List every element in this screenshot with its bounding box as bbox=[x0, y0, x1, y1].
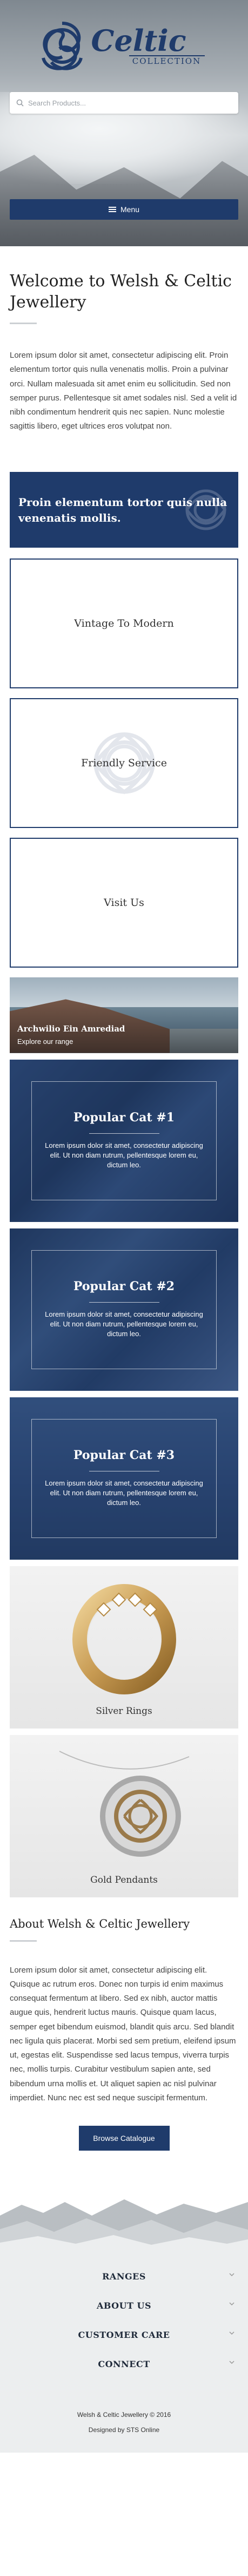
about-section: About Welsh & Celtic Jewellery Lorem ips… bbox=[0, 1904, 248, 2151]
promo-banner: Proin elementum tortor quis nulla venena… bbox=[10, 471, 238, 548]
category-title: Popular Cat #1 bbox=[73, 1110, 175, 1125]
product-label: Silver Rings bbox=[96, 1705, 152, 1717]
chevron-down-icon bbox=[229, 2361, 234, 2364]
designer-credit-link[interactable]: Designed by STS Online bbox=[10, 2426, 238, 2434]
feature-box-service[interactable]: Friendly Service bbox=[10, 698, 238, 828]
about-title: About Welsh & Celtic Jewellery bbox=[10, 1917, 190, 1930]
feature-boxes: Vintage To Modern Friendly Service Visit… bbox=[0, 548, 248, 968]
search-bar[interactable] bbox=[10, 92, 238, 114]
product-label: Gold Pendants bbox=[90, 1874, 158, 1885]
search-icon bbox=[16, 99, 24, 107]
footer-nav-label: CUSTOMER CARE bbox=[78, 2329, 170, 2340]
footer-nav-about[interactable]: ABOUT US bbox=[10, 2291, 238, 2320]
celtic-knot-icon bbox=[41, 22, 83, 70]
feature-box-vintage[interactable]: Vintage To Modern bbox=[10, 558, 238, 688]
ring-image bbox=[72, 1583, 176, 1694]
search-input[interactable] bbox=[28, 98, 232, 107]
banner-title: Archwilio Ein Amrediad bbox=[17, 1023, 125, 1034]
feature-box-label: Friendly Service bbox=[81, 757, 167, 769]
feature-box-label: Vintage To Modern bbox=[74, 617, 174, 629]
hero-header: Celtic COLLECTION Menu bbox=[0, 0, 248, 246]
chevron-down-icon bbox=[229, 2331, 234, 2335]
category-tile[interactable]: Popular Cat #2 Lorem ipsum dolor sit ame… bbox=[10, 1228, 238, 1391]
explore-range-banner[interactable]: Archwilio Ein Amrediad Explore our range bbox=[10, 977, 238, 1053]
chevron-down-icon bbox=[229, 2273, 234, 2277]
footer-nav-label: CONNECT bbox=[98, 2358, 150, 2369]
product-tile-pendants[interactable]: Gold Pendants bbox=[10, 1734, 238, 1897]
title-divider bbox=[10, 323, 37, 324]
mountains-icon bbox=[0, 2199, 248, 2262]
category-title: Popular Cat #3 bbox=[73, 1448, 175, 1462]
chevron-down-icon bbox=[229, 2302, 234, 2306]
copyright-text: Welsh & Celtic Jewellery © 2016 bbox=[77, 2411, 171, 2419]
site-logo[interactable]: Celtic COLLECTION bbox=[35, 16, 213, 76]
welcome-title: Welcome to Welsh & Celtic Jewellery bbox=[10, 272, 232, 312]
menu-label: Menu bbox=[120, 205, 140, 214]
logo-wordmark: Celtic bbox=[91, 23, 186, 58]
feature-box-label: Visit Us bbox=[104, 896, 144, 909]
category-text: Lorem ipsum dolor sit amet, consectetur … bbox=[45, 1478, 203, 1507]
pendant-image bbox=[59, 1750, 189, 1857]
logo-subtitle: COLLECTION bbox=[129, 55, 205, 66]
title-divider bbox=[10, 1940, 37, 1942]
footer-nav-ranges[interactable]: RANGES bbox=[10, 2262, 238, 2291]
browse-catalogue-button[interactable]: Browse Catalogue bbox=[78, 2126, 170, 2151]
site-footer: RANGES ABOUT US CUSTOMER CARE CONNECT We… bbox=[0, 2262, 248, 2453]
banner-subtitle: Explore our range bbox=[17, 1037, 73, 1046]
footer-nav-customer-care[interactable]: CUSTOMER CARE bbox=[10, 2320, 238, 2349]
welcome-section: Welcome to Welsh & Celtic Jewellery Lore… bbox=[0, 246, 248, 445]
category-text: Lorem ipsum dolor sit amet, consectetur … bbox=[45, 1141, 203, 1169]
about-body: Lorem ipsum dolor sit amet, consectetur … bbox=[10, 1965, 236, 2102]
category-divider bbox=[89, 1133, 159, 1134]
category-title: Popular Cat #2 bbox=[73, 1279, 175, 1293]
category-tile[interactable]: Popular Cat #3 Lorem ipsum dolor sit ame… bbox=[10, 1397, 238, 1560]
footer-mountains-decoration bbox=[0, 2183, 248, 2262]
category-divider bbox=[89, 1302, 159, 1303]
category-text: Lorem ipsum dolor sit amet, consectetur … bbox=[45, 1310, 203, 1338]
welcome-body: Lorem ipsum dolor sit amet, consectetur … bbox=[10, 351, 237, 431]
category-tiles: Popular Cat #1 Lorem ipsum dolor sit ame… bbox=[0, 1053, 248, 1897]
category-tile[interactable]: Popular Cat #1 Lorem ipsum dolor sit ame… bbox=[10, 1059, 238, 1222]
promo-title: Proin elementum tortor quis nulla venena… bbox=[18, 495, 227, 524]
footer-nav-label: RANGES bbox=[102, 2271, 146, 2282]
product-tile-rings[interactable]: Silver Rings bbox=[10, 1566, 238, 1729]
footer-nav-label: ABOUT US bbox=[96, 2300, 152, 2311]
footer-nav-connect[interactable]: CONNECT bbox=[10, 2349, 238, 2378]
feature-box-visit[interactable]: Visit Us bbox=[10, 837, 238, 968]
menu-button[interactable]: Menu bbox=[10, 199, 238, 220]
hamburger-icon bbox=[108, 206, 116, 213]
